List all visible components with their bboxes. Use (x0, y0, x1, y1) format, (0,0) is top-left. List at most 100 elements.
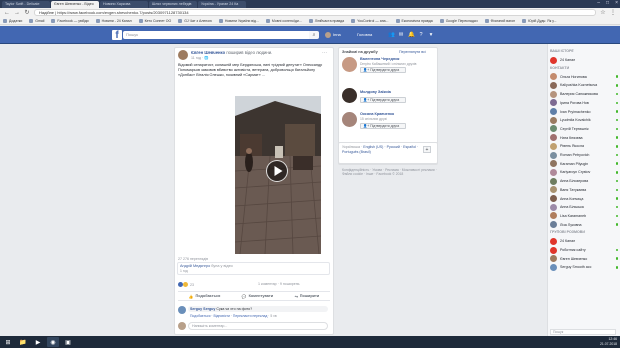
commenter-avatar[interactable] (178, 306, 186, 314)
chat-contact[interactable]: Анна Копчица (550, 195, 618, 203)
browser-tab[interactable]: Taylor Swift - Delicate (2, 1, 50, 8)
chat-contact[interactable]: Ірина Рогова Нов (550, 99, 618, 107)
online-status-icon (615, 257, 618, 260)
minimize-icon[interactable]: – (597, 0, 600, 7)
add-friend-button[interactable]: 👤+ Підтвердити друга (360, 67, 406, 73)
suggestion-avatar[interactable] (342, 57, 357, 72)
system-tray-clock[interactable]: 12:46 21.07.2018 (560, 337, 620, 347)
bookmark-item[interactable]: Лінійчаста правда (308, 18, 344, 23)
group-chat-item[interactable]: Роботник сайту (550, 246, 618, 254)
chat-contact[interactable]: Сергій Тертишнік (550, 125, 618, 133)
back-icon[interactable]: ← (4, 10, 10, 16)
chat-contact[interactable]: Ivan Pryimachenko (550, 108, 618, 116)
chat-contact[interactable]: Kariyaroyn Crystov (550, 168, 618, 176)
chat-contact[interactable]: Karaman Pilyugin (550, 160, 618, 168)
close-icon[interactable]: × (615, 0, 618, 7)
search-icon[interactable]: ⌕ (309, 31, 319, 39)
page-footer[interactable]: Конфіденційність · Умови · Реклама · Мож… (342, 168, 438, 177)
chat-contact[interactable]: Ната Князєва (550, 134, 618, 142)
forward-icon[interactable]: → (14, 10, 20, 16)
share-button[interactable]: ↪ Поширити (295, 294, 320, 299)
messenger-icon[interactable]: ✉ (398, 32, 404, 38)
friend-requests-icon[interactable]: 👥 (388, 32, 395, 38)
chat-contact[interactable]: Анна Більська (550, 203, 618, 211)
original-post-author[interactable]: Андрій Медянгро була у відео (180, 264, 233, 268)
bookmark-item[interactable]: Мовні соленоїди... (265, 18, 302, 23)
bookmark-item[interactable]: Кето Соннет ОО (138, 18, 171, 23)
chat-contact[interactable]: Валерия Сапожникова (550, 90, 618, 98)
chevron-down-icon[interactable]: ▾ (428, 32, 434, 38)
chrome-icon[interactable]: ◉ (47, 337, 59, 347)
group-chat-item[interactable]: Євген Шевченко (550, 255, 618, 263)
facebook-search-input[interactable]: Пошук (123, 31, 309, 39)
comment-input[interactable]: Напишіть коментар... (188, 322, 328, 330)
chat-contact[interactable]: Рівень Якосла (550, 142, 618, 150)
chat-contact[interactable]: Ваня Татукаєва (550, 186, 618, 194)
app-icon[interactable]: ▣ (62, 337, 74, 347)
chat-contact[interactable]: Ольга Ногинова (550, 73, 618, 81)
facebook-logo[interactable]: f (112, 30, 122, 41)
suggestion-name[interactable]: Молдову Заїкиіа (360, 90, 391, 94)
chat-contact[interactable]: Roman Petryovich (550, 151, 618, 159)
header-profile-link[interactable]: Інна (325, 32, 341, 38)
chat-contact[interactable]: Анна Білозерова (550, 177, 618, 185)
reactions-summary[interactable]: 23 (178, 282, 194, 287)
help-icon[interactable]: ? (418, 32, 424, 38)
maximize-icon[interactable]: □ (606, 0, 609, 7)
bookmark-item[interactable]: Google Перекладач (439, 18, 478, 23)
add-friend-button[interactable]: 👤+ Підтвердити друга (360, 97, 406, 103)
post-author-link[interactable]: Євген Шевченко (191, 50, 225, 55)
bookmark-item[interactable]: Економічна правда (395, 18, 433, 23)
chat-contact[interactable]: Lisa Karamaneb (550, 212, 618, 220)
story-item[interactable]: 24 Канал (550, 56, 618, 64)
bookmark-item[interactable]: GJ Чат з Аленою (178, 18, 212, 23)
suggestion-name[interactable]: Оксана Кравченко (360, 112, 394, 116)
menu-icon[interactable]: ⋮ (610, 10, 616, 16)
suggestion-avatar[interactable] (342, 112, 357, 127)
address-bar[interactable]: Надійне | https://www.facebook.com/evgen… (34, 9, 596, 16)
start-icon[interactable]: ⊞ (2, 337, 14, 347)
bookmark-item[interactable]: Додатки (3, 18, 22, 23)
chat-search-input[interactable]: Пошук (550, 329, 616, 335)
star-icon[interactable]: ☆ (600, 10, 606, 16)
header-home-link[interactable]: Головна (357, 32, 372, 38)
bookmark-item[interactable]: YouControl — ана... (351, 18, 389, 23)
browser-tab[interactable]: Україна - Ураган 24 Ка (198, 1, 246, 8)
bookmark-item[interactable]: Новини України від... (218, 18, 259, 23)
chat-contact[interactable]: Ліза Луковна (550, 221, 618, 229)
bookmark-item[interactable]: Facebook — увійди (51, 18, 89, 23)
post-author-avatar[interactable] (178, 50, 188, 60)
browser-tab[interactable]: Шлях червоних лебедів (149, 1, 197, 8)
notifications-icon[interactable]: 🔔 (408, 32, 415, 38)
bookmark-item[interactable]: Фізичний вагон (484, 18, 515, 23)
post-timestamp[interactable]: 11 год · 🌐 (191, 56, 209, 60)
chat-contact[interactable]: Kaliyushka Kuznetsova (550, 81, 618, 89)
like-button[interactable]: 👍 Подобається (189, 294, 221, 299)
chat-contact[interactable]: Lyudmila Kovalchik (550, 116, 618, 124)
add-friend-button[interactable]: 👤+ Підтвердити друга (360, 123, 406, 129)
online-status-icon (615, 75, 618, 78)
bookmark-item[interactable]: Gmail (29, 18, 44, 23)
comments-shares-count[interactable]: 1 коментар · 9 поширень (258, 282, 300, 286)
media-player-icon[interactable]: ▶ (32, 337, 44, 347)
more-languages-button[interactable]: + (423, 146, 431, 153)
group-chat-item[interactable]: Serguy Smooth acc (550, 263, 618, 271)
see-all-link[interactable]: Переглянути всі (399, 50, 426, 54)
explorer-icon[interactable]: 📁 (17, 337, 29, 347)
bookmark-item[interactable]: Юрій Дудь: Як у... (522, 18, 557, 23)
suggestion-avatar[interactable] (342, 88, 357, 103)
browser-tab-active[interactable]: Євген Шевченко - Відео (51, 1, 99, 8)
more-options-icon[interactable]: ··· (322, 50, 327, 56)
bookmark-item[interactable]: Новини - 24 Канал (95, 18, 132, 23)
group-chat-item[interactable]: 24 Канал (550, 237, 618, 245)
commenter-name[interactable]: Serguy Serguy (190, 307, 215, 311)
new-tab-button[interactable] (247, 1, 254, 8)
site-icon (218, 18, 223, 23)
comment-button[interactable]: 💬 Коментувати (242, 294, 273, 299)
browser-tab[interactable]: Новини Харкова (100, 1, 148, 8)
comment-actions[interactable]: Подобається · Відповісти · Перекласти пе… (190, 314, 277, 318)
reload-icon[interactable]: ↻ (24, 10, 30, 16)
play-button[interactable] (266, 160, 288, 182)
contact-name: Karaman Pilyugin (560, 161, 589, 166)
suggestion-name[interactable]: Валентина Чередник (360, 57, 399, 61)
